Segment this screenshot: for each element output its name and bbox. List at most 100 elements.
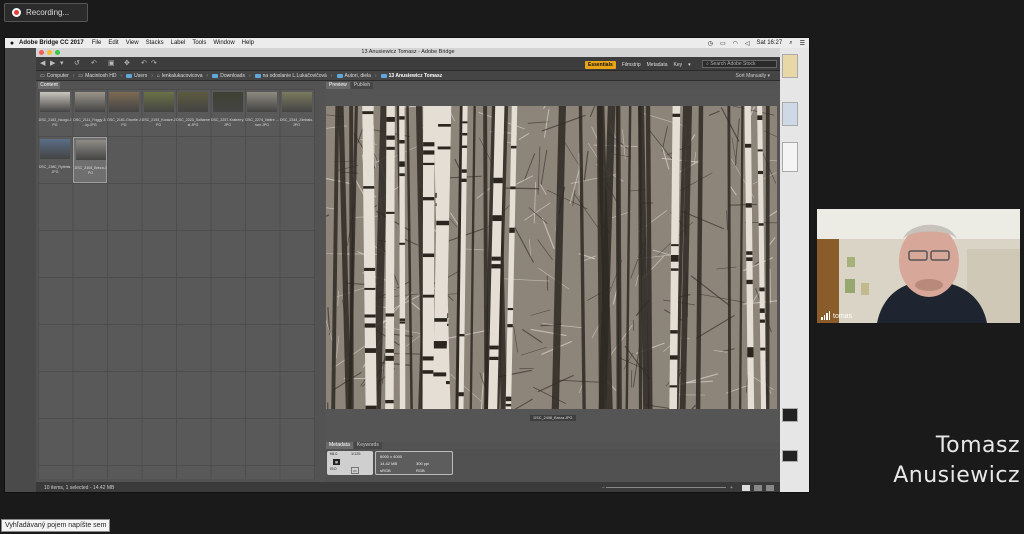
desktop-file-icon[interactable] bbox=[782, 102, 798, 126]
speaker-last-name: Anusiewicz bbox=[893, 463, 1020, 488]
back-icon[interactable]: ◀ bbox=[40, 60, 45, 68]
path-segment[interactable]: ⌂ lenkalukacovicova bbox=[157, 73, 203, 79]
clock[interactable]: Sat 16:27 bbox=[757, 40, 783, 46]
battery-icon[interactable]: ▭ bbox=[720, 40, 726, 47]
path-segment[interactable]: Users bbox=[126, 73, 147, 79]
apple-icon[interactable]: ● bbox=[5, 40, 19, 47]
path-segment[interactable]: ▭ Macintosh HD bbox=[78, 73, 116, 79]
menu-app-name[interactable]: Adobe Bridge CC 2017 bbox=[19, 40, 84, 46]
workspace-essentials[interactable]: Essentials bbox=[585, 60, 616, 69]
thumbnail-filename: DSC_2193_Koraze.JPG bbox=[141, 118, 176, 127]
desktop-file-icon[interactable] bbox=[782, 408, 798, 422]
disk-icon: ▭ bbox=[78, 72, 84, 79]
rotate-left-icon[interactable]: ↶ bbox=[141, 60, 147, 68]
wifi-icon[interactable]: ◠ bbox=[733, 40, 738, 47]
preview-image[interactable] bbox=[326, 106, 777, 409]
status-bar: 10 items, 1 selected - 14.42 MB − + bbox=[36, 482, 780, 492]
thumbnail[interactable]: DSC_2111_Foggy & ...ky.JPG bbox=[73, 90, 107, 136]
thumbnail-size-slider[interactable] bbox=[606, 487, 726, 488]
search-input[interactable]: ⌕ Search Adobe Stock bbox=[702, 60, 777, 68]
participant-video bbox=[817, 209, 1020, 323]
recording-indicator[interactable]: Recording... bbox=[4, 3, 88, 22]
desktop-file-icon[interactable] bbox=[782, 142, 798, 172]
boomerang-icon[interactable]: ↺ bbox=[74, 60, 80, 68]
thumbnail[interactable]: DSC_2181-Gruntie.JPG bbox=[107, 90, 141, 136]
tab-keywords[interactable]: Keywords bbox=[353, 442, 382, 449]
white-balance-icon: ▭ bbox=[351, 467, 359, 474]
thumbnail[interactable]: DSC_2380_Rytimis.JPG bbox=[38, 137, 72, 183]
desktop-file-icon[interactable] bbox=[782, 54, 798, 78]
thumbnail[interactable]: DSC_2344_Zimbalo.JPG bbox=[280, 90, 314, 136]
thumbnail[interactable]: DSC_2193_Koraze.JPG bbox=[142, 90, 176, 136]
spotlight-icon[interactable]: ⌕ bbox=[789, 40, 792, 47]
thumbnail[interactable]: DSC_2408_Breza.JPG bbox=[72, 137, 107, 183]
folder-icon bbox=[126, 73, 133, 78]
view-details-icon[interactable] bbox=[754, 485, 762, 491]
file-properties-placard: 6000 x 4000 14.42 MB 300 ppi sRGB RGB bbox=[375, 451, 453, 475]
folder-icon bbox=[254, 73, 261, 78]
menu-window[interactable]: Window bbox=[213, 40, 234, 46]
workspace-switcher: Essentials Filmstrip Metadata Key ▾ bbox=[585, 60, 691, 69]
metadata-panel: f/8.0 1/125 ▦ ISO ▭ 6000 x 4000 14.42 MB… bbox=[325, 449, 780, 482]
preview-panel: DSC_2408_Breza.JPG bbox=[325, 89, 780, 442]
tab-preview[interactable]: Preview bbox=[326, 82, 350, 89]
menu-help[interactable]: Help bbox=[242, 40, 254, 46]
close-window-icon[interactable] bbox=[39, 50, 44, 55]
zoom-in-icon[interactable]: + bbox=[730, 482, 733, 492]
menu-edit[interactable]: Edit bbox=[108, 40, 118, 46]
thumbnail[interactable]: DSC_2274_Neitre ...rum.JPG bbox=[245, 90, 279, 136]
folder-icon bbox=[212, 73, 219, 78]
thumbnail-image bbox=[212, 92, 243, 112]
path-segment[interactable]: Autori, diela bbox=[336, 73, 371, 79]
path-segment-current[interactable]: 13 Anusiewicz Tomasz bbox=[380, 73, 442, 79]
sort-control[interactable]: Sort Manually ▾ bbox=[736, 73, 770, 79]
menu-label[interactable]: Label bbox=[171, 40, 186, 46]
webcam-tile[interactable]: tomas bbox=[817, 209, 1020, 323]
workspace-key[interactable]: Key bbox=[674, 62, 683, 68]
camera-import-icon[interactable]: ▣ bbox=[108, 60, 115, 68]
tab-content[interactable]: Content bbox=[38, 82, 60, 89]
rotate-icon[interactable]: ↶ bbox=[91, 60, 97, 68]
tab-metadata[interactable]: Metadata bbox=[326, 442, 353, 449]
thumbnail-filename: DSC_2223_Solitarnest.JPG bbox=[176, 118, 210, 127]
view-list-icon[interactable] bbox=[766, 485, 774, 491]
refine-icon[interactable]: ✥ bbox=[124, 60, 130, 68]
thumbnail[interactable]: DSC_2223_Solitarnest.JPG bbox=[176, 90, 210, 136]
menu-file[interactable]: File bbox=[92, 40, 102, 46]
aperture-value: f/8.0 bbox=[330, 452, 338, 456]
search-placeholder: Search Adobe Stock bbox=[710, 61, 756, 67]
thumbnail-image bbox=[143, 92, 174, 112]
preview-tabs: Preview Publish bbox=[326, 82, 374, 89]
path-segment[interactable]: na odoslanie L.Lukačovičová bbox=[254, 73, 327, 79]
bridge-toolbar: ◀ ▶ ▾ ↺ ↶ ▣ ✥ ↶ ↷ Essentials Filmstrip M… bbox=[36, 57, 780, 71]
forward-icon[interactable]: ▶ bbox=[50, 60, 55, 68]
menu-view[interactable]: View bbox=[126, 40, 139, 46]
view-grid-icon[interactable] bbox=[742, 485, 750, 491]
notification-center-icon[interactable]: ☰ bbox=[800, 40, 805, 47]
zoom-out-icon[interactable]: − bbox=[602, 482, 605, 492]
iso-label: ISO bbox=[330, 467, 337, 471]
thumbnail-filename: DSC_2183_Ncogo.JPG bbox=[38, 118, 72, 127]
thumbnail[interactable]: DSC_2183_Ncogo.JPG bbox=[38, 90, 72, 136]
recent-dropdown-icon[interactable]: ▾ bbox=[60, 60, 64, 68]
thumbnail-filename: DSC_2408_Breza.JPG bbox=[74, 166, 107, 175]
workspace-dropdown-icon[interactable]: ▾ bbox=[688, 62, 691, 68]
zoom-window-icon[interactable] bbox=[55, 50, 60, 55]
thumbnail-filename: DSC_2274_Neitre ...rum.JPG bbox=[245, 118, 279, 127]
menu-stacks[interactable]: Stacks bbox=[146, 40, 164, 46]
workspace-metadata[interactable]: Metadata bbox=[647, 62, 668, 68]
time-machine-icon[interactable]: ◷ bbox=[708, 40, 713, 47]
path-segment[interactable]: ▭ Computer bbox=[40, 73, 69, 79]
path-segment[interactable]: Downloads bbox=[212, 73, 245, 79]
rotate-right-icon[interactable]: ↷ bbox=[151, 60, 157, 68]
signal-strength-icon bbox=[821, 311, 830, 320]
tab-publish[interactable]: Publish bbox=[350, 82, 374, 89]
thumbnail-image bbox=[109, 92, 139, 112]
thumbnail[interactable]: DSC_2257-Kraberry.JPG bbox=[211, 90, 245, 136]
minimize-window-icon[interactable] bbox=[47, 50, 52, 55]
menu-tools[interactable]: Tools bbox=[192, 40, 206, 46]
thumbnail-filename: DSC_2111_Foggy & ...ky.JPG bbox=[73, 118, 106, 127]
volume-icon[interactable]: ◁ bbox=[745, 40, 750, 47]
desktop-file-icon[interactable] bbox=[782, 450, 798, 462]
workspace-filmstrip[interactable]: Filmstrip bbox=[622, 62, 641, 68]
